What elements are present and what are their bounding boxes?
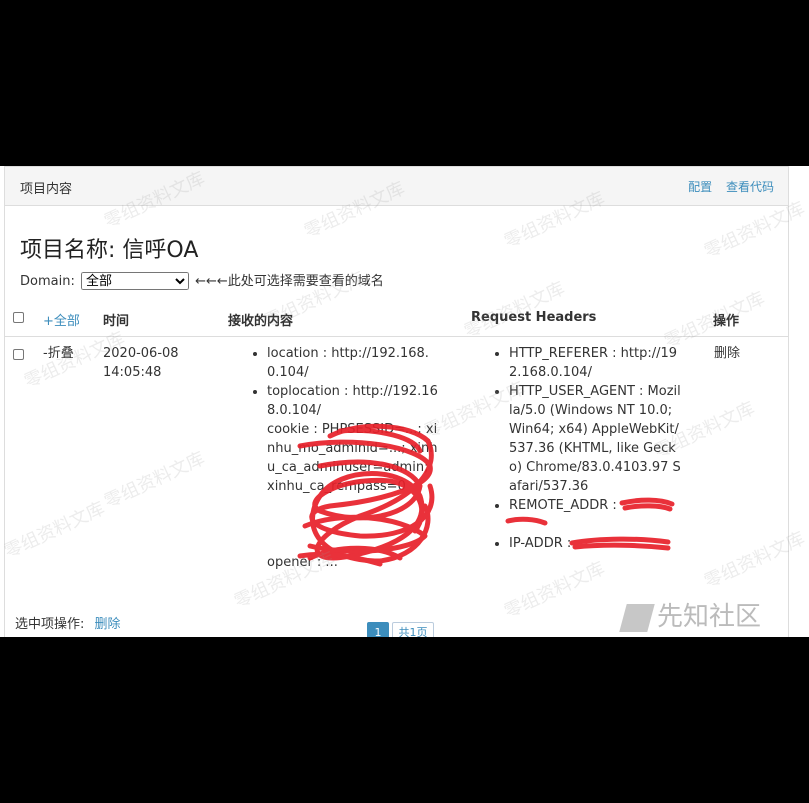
header-item: HTTP_REFERER : http://192.168.0.104/ (509, 344, 681, 382)
row-delete-link[interactable]: 删除 (714, 344, 740, 363)
screenshot-area: 项目内容 配置 查看代码 项目名称: 信呼OA Domain: 全部 ←←←此处… (0, 166, 809, 637)
content-item: location : http://192.168.0.104/ (267, 344, 439, 382)
domain-hint: ←←←此处可选择需要查看的域名 (195, 274, 384, 289)
column-action: 操作 (713, 314, 740, 329)
selected-label: 选中项操作: (15, 617, 85, 632)
header-links: 配置 查看代码 (678, 178, 774, 195)
row-clock: 14:05:48 (103, 365, 162, 380)
row-date: 2020-06-08 (103, 346, 179, 361)
row-time: 2020-06-08 14:05:48 (103, 344, 179, 382)
row-checkbox[interactable] (13, 349, 24, 360)
view-code-link[interactable]: 查看代码 (726, 180, 774, 194)
column-time: 时间 (103, 314, 130, 329)
header-item: REMOTE_ADDR : (509, 496, 681, 534)
content-item: opener : ... (267, 553, 439, 572)
collapse-link[interactable]: -折叠 (43, 344, 74, 363)
panel-header: 项目内容 配置 查看代码 (4, 166, 789, 206)
page-1-button[interactable]: 1 (367, 622, 389, 637)
panel-title: 项目内容 (20, 182, 73, 197)
header-item: IP-ADDR : (509, 534, 681, 553)
xianzhi-logo: 先知社区 (619, 596, 762, 633)
panel-body: 项目名称: 信呼OA Domain: 全部 ←←←此处可选择需要查看的域名 +全… (4, 206, 789, 637)
logo-icon (619, 603, 655, 632)
expand-all-link[interactable]: +全部 (43, 310, 80, 329)
row-headers: HTTP_REFERER : http://192.168.0.104/ HTT… (491, 344, 681, 553)
content-item: toplocation : http://192.168.0.104/ (267, 382, 439, 420)
selected-actions: 选中项操作: 删除 (15, 613, 121, 632)
config-link[interactable]: 配置 (688, 180, 712, 194)
project-heading: 项目名称: 信呼OA (20, 238, 199, 263)
domain-select[interactable]: 全部 (80, 272, 189, 290)
column-request-headers: Request Headers (471, 310, 597, 325)
domain-label: Domain: (20, 274, 75, 289)
logo-text: 先知社区 (657, 602, 762, 632)
bulk-delete-link[interactable]: 删除 (95, 617, 121, 632)
column-content: 接收的内容 (228, 314, 294, 329)
header-divider (5, 336, 788, 337)
row-content: location : http://192.168.0.104/ toploca… (249, 344, 439, 572)
domain-filter: Domain: 全部 ←←←此处可选择需要查看的域名 (20, 270, 384, 290)
header-item: HTTP_USER_AGENT : Mozilla/5.0 (Windows N… (509, 382, 681, 496)
content-item: cookie : PHPSESSID=...; xinhu_mo_adminid… (267, 420, 439, 553)
select-all-checkbox[interactable] (13, 312, 24, 323)
page-total: 共1页 (392, 622, 434, 637)
